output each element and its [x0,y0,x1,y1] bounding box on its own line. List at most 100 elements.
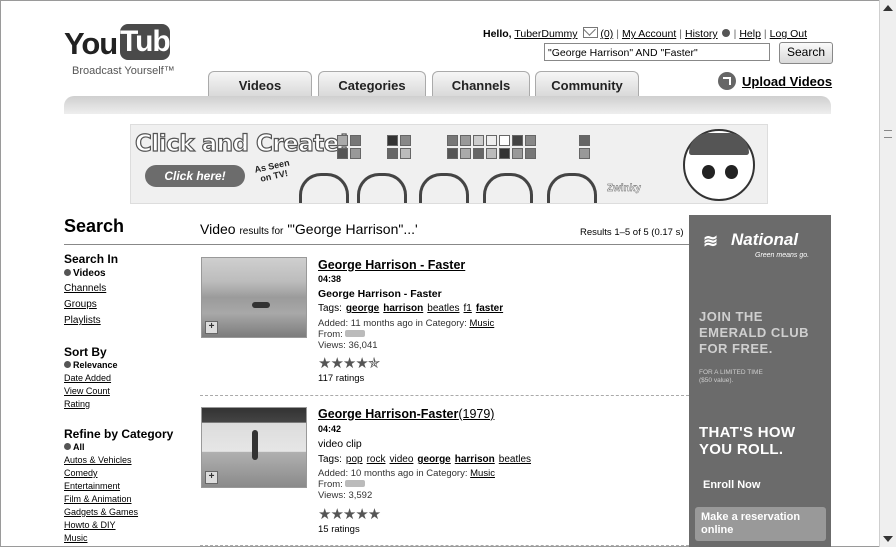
swatch [387,135,398,146]
category-autos-link[interactable]: Autos & Vehicles [64,455,132,465]
banner-ad[interactable]: Click and Create! Click here! As Seen on… [130,124,768,204]
category-link[interactable]: Music [469,318,494,329]
national-logo-icon: ≋ [703,231,719,251]
mail-icon[interactable] [583,27,599,38]
search-heading: Search [64,216,125,236]
tag-link[interactable]: beatles [427,303,459,314]
refine-selected[interactable]: All [64,442,85,452]
nav-bar [64,96,831,114]
scroll-up-arrow-icon[interactable] [883,5,893,11]
swatch [579,135,590,146]
search-button[interactable]: Search [779,42,833,64]
hairstyle-option[interactable] [547,173,597,203]
tags-label: Tags: [318,303,342,314]
video-duration: 04:38 [318,274,342,284]
tag-link[interactable]: harrison [383,303,423,314]
search-in-selected[interactable]: Videos [64,268,106,279]
swatch [473,135,484,146]
tab-community[interactable]: Community [535,71,639,97]
results-query: '"George Harrison"...' [287,221,418,237]
video-thumbnail[interactable]: + [201,407,307,488]
swatch [337,135,348,146]
video-meta: Added: 11 months ago in Category: Music … [318,318,494,351]
uploader-link[interactable] [345,480,366,487]
vertical-scrollbar[interactable] [879,0,896,547]
search-in-heading: Search In [64,252,119,266]
tag-link[interactable]: rock [367,454,386,465]
search-in-playlists-link[interactable]: Playlists [64,315,101,326]
video-title-year[interactable]: (1979) [458,407,494,421]
tag-link[interactable]: george [417,454,450,465]
national-ad[interactable]: ≋ National Green means go. JOIN THE EMER… [689,215,831,547]
from-label: From: [318,329,343,340]
category-link[interactable]: Music [470,468,495,479]
uploader-link[interactable] [345,330,366,337]
upload-videos-button[interactable]: Upload Videos [718,72,832,90]
search-in-channels-link[interactable]: Channels [64,283,106,294]
sort-by-selected[interactable]: Relevance [64,360,118,370]
hairstyle-option[interactable] [357,173,407,203]
swatch [486,148,497,159]
video-description: video clip [318,438,362,450]
category-howto-link[interactable]: Howto & DIY [64,520,116,530]
my-account-link[interactable]: My Account [622,28,676,40]
hairstyle-option[interactable] [483,173,533,203]
banner-click-here-button[interactable]: Click here! [145,165,245,187]
hairstyle-option[interactable] [419,173,469,203]
tag-link[interactable]: video [390,454,414,465]
video-tags: Tags: george harrison beatles f1 faster [318,303,507,314]
search-input[interactable]: "George Harrison" AND "Faster" [544,43,770,61]
history-link[interactable]: History [685,28,718,40]
category-music-link[interactable]: Music [64,533,88,543]
results-count: Results 1–5 of 5 (0.17 s) [580,227,684,238]
add-to-quicklist-icon[interactable]: + [205,321,218,334]
video-description: George Harrison - Faster [318,288,442,300]
category-entertainment-link[interactable]: Entertainment [64,481,120,491]
video-meta: Added: 10 months ago in Category: Music … [318,468,495,501]
sort-view-count-link[interactable]: View Count [64,386,110,396]
username-link[interactable]: TuberDummy [514,28,577,40]
ad-headline: JOIN THE EMERALD CLUB FOR FREE. [699,309,809,356]
result-separator [200,545,689,546]
scroll-down-arrow-icon[interactable] [883,536,893,542]
category-gadgets-link[interactable]: Gadgets & Games [64,507,138,517]
video-title-link[interactable]: George Harrison - Faster [318,258,465,272]
scroll-grip-icon[interactable] [884,130,892,138]
inbox-count-link[interactable]: (0) [600,28,613,40]
tag-link[interactable]: beatles [499,454,531,465]
tag-link[interactable]: faster [476,303,503,314]
results-divider [64,244,689,245]
youtube-logo[interactable]: You Tube Broadcast Yourself™ [64,24,186,77]
tab-channels[interactable]: Channels [432,71,530,97]
add-to-quicklist-icon[interactable]: + [205,471,218,484]
video-title: George Harrison-Faster(1979) [318,407,494,421]
logo-tagline: Broadcast Yourself™ [72,65,175,77]
logout-link[interactable]: Log Out [770,28,807,40]
category-label: in Category: [415,318,467,329]
thumbnail-car [252,302,270,308]
search-in-groups-link[interactable]: Groups [64,299,97,310]
category-film-link[interactable]: Film & Animation [64,494,132,504]
category-comedy-link[interactable]: Comedy [64,468,98,478]
tag-link[interactable]: pop [346,454,363,465]
tag-link[interactable]: harrison [455,454,495,465]
ratings-count: 117 ratings [318,373,365,384]
sort-rating-link[interactable]: Rating [64,399,90,409]
swatch [400,135,411,146]
tab-videos[interactable]: Videos [208,71,312,97]
swatch [350,135,361,146]
tab-categories[interactable]: Categories [318,71,426,97]
enroll-now-button[interactable]: Enroll Now [703,479,760,491]
avatar-hair [689,133,749,155]
make-reservation-button[interactable]: Make a reservation online [695,507,826,541]
swatch [460,135,471,146]
separator: | [616,28,619,40]
tag-link[interactable]: f1 [464,303,472,314]
upload-videos-link[interactable]: Upload Videos [742,74,832,89]
video-title-link[interactable]: George Harrison-Faster [318,407,458,421]
video-thumbnail[interactable]: + [201,257,307,338]
help-link[interactable]: Help [739,28,761,40]
tag-link[interactable]: george [346,303,379,314]
hairstyle-option[interactable] [299,173,349,203]
sort-date-added-link[interactable]: Date Added [64,373,111,383]
